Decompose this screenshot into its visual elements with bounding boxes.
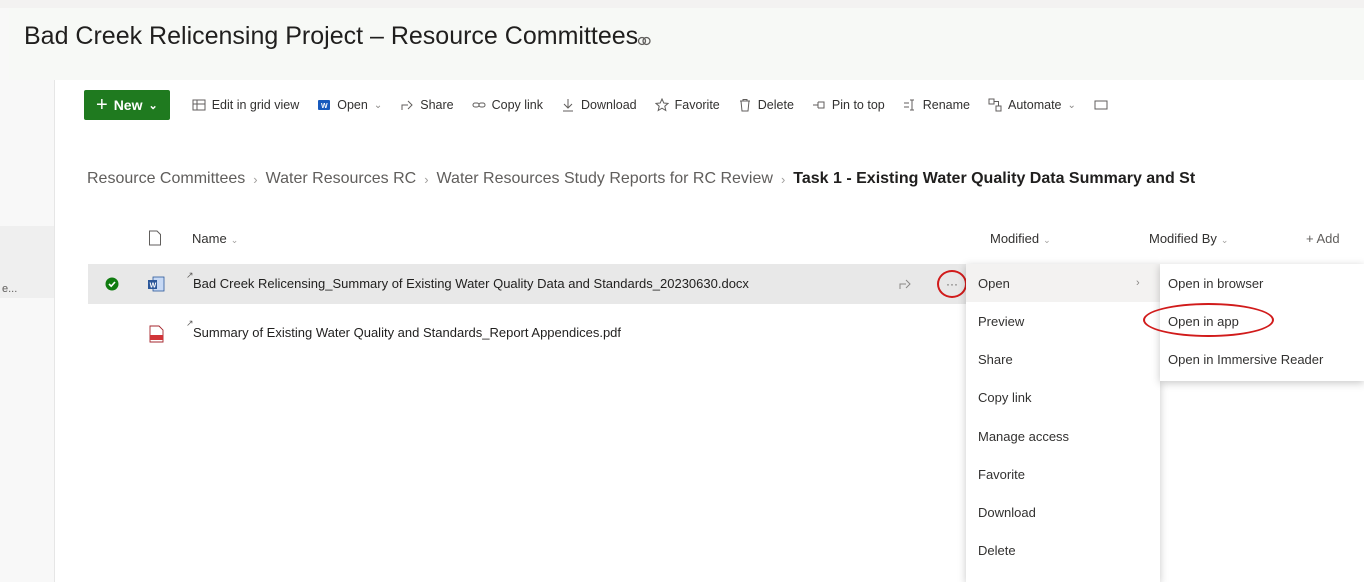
menu-item-open-in-browser[interactable]: Open in browser xyxy=(1168,276,1263,291)
link-icon xyxy=(472,102,486,108)
share-icon xyxy=(401,100,413,110)
grid-icon xyxy=(192,99,206,111)
favorite-button[interactable]: Favorite xyxy=(654,98,720,112)
automate-label: Automate xyxy=(1007,98,1062,112)
column-modified-by-label: Modified By xyxy=(1149,231,1217,246)
chevron-down-icon: ⌄ xyxy=(373,99,383,111)
column-header-modified-by[interactable]: Modified By ⌄ xyxy=(1149,231,1228,246)
more-actions-button[interactable]: ··· xyxy=(937,270,967,298)
site-title[interactable]: Bad Creek Relicensing Project – Resource… xyxy=(24,22,638,51)
menu-item-open-in-immersive-reader[interactable]: Open in Immersive Reader xyxy=(1168,352,1323,367)
star-icon xyxy=(654,98,669,112)
menu-item-copy-link[interactable]: Copy link xyxy=(978,390,1031,405)
column-header-name[interactable]: Name ⌄ xyxy=(192,231,238,246)
chevron-down-icon: ⌄ xyxy=(230,235,239,245)
chevron-right-icon: › xyxy=(1136,277,1140,289)
menu-item-download[interactable]: Download xyxy=(978,505,1036,520)
rename-button[interactable]: Rename xyxy=(903,98,970,112)
chevron-down-icon: ⌄ xyxy=(1067,99,1076,111)
download-icon xyxy=(563,99,574,112)
edit-grid-view-label: Edit in grid view xyxy=(211,98,300,112)
svg-text:W: W xyxy=(321,103,328,110)
command-bar: + New ⌄ Edit in grid view W Open ⌄ Share… xyxy=(84,88,1126,122)
copy-link-button[interactable]: Copy link xyxy=(472,98,543,112)
context-menu: Open › Preview Share Copy link Manage ac… xyxy=(966,264,1160,582)
chevron-down-icon: ⌄ xyxy=(1220,235,1229,245)
plus-icon: + xyxy=(96,94,108,116)
overflow-icon xyxy=(1094,100,1108,110)
download-label: Download xyxy=(581,98,637,112)
file-type-icon[interactable] xyxy=(148,230,162,246)
rail-truncated-label: e... xyxy=(2,283,18,295)
highlight-circle-annotation xyxy=(1143,303,1274,337)
column-name-label: Name xyxy=(192,231,227,246)
favorite-label: Favorite xyxy=(674,98,720,112)
delete-button[interactable]: Delete xyxy=(738,98,794,112)
menu-item-open[interactable]: Open xyxy=(978,276,1010,291)
open-label: Open xyxy=(337,98,368,112)
breadcrumb-item[interactable]: Resource Committees xyxy=(87,170,245,188)
new-button[interactable]: + New ⌄ xyxy=(84,90,170,120)
column-modified-label: Modified xyxy=(990,231,1040,246)
automate-button[interactable]: Automate ⌄ xyxy=(988,98,1076,112)
chevron-right-icon: › xyxy=(780,171,786,187)
share-icon[interactable] xyxy=(898,277,912,291)
menu-item-delete[interactable]: Delete xyxy=(978,543,1016,558)
breadcrumb-item[interactable]: Water Resources Study Reports for RC Rev… xyxy=(437,170,773,188)
word-file-icon: W xyxy=(148,276,165,292)
file-name-link[interactable]: Bad Creek Relicensing_Summary of Existin… xyxy=(193,276,749,291)
delete-label: Delete xyxy=(757,98,794,112)
chevron-down-icon: ⌄ xyxy=(148,99,158,112)
add-column-button[interactable]: + Add xyxy=(1306,231,1340,246)
column-header-modified[interactable]: Modified ⌄ xyxy=(990,231,1051,246)
chevron-right-icon: › xyxy=(253,171,258,187)
pin-icon xyxy=(812,101,825,109)
edit-grid-view-button[interactable]: Edit in grid view xyxy=(192,98,300,112)
breadcrumb: Resource Committees › Water Resources RC… xyxy=(87,170,1195,188)
rename-label: Rename xyxy=(922,98,970,112)
breadcrumb-current: Task 1 - Existing Water Quality Data Sum… xyxy=(793,170,1196,187)
copy-link-label: Copy link xyxy=(491,98,544,112)
trash-icon xyxy=(739,99,750,112)
svg-text:W: W xyxy=(150,282,157,289)
pdf-file-icon xyxy=(149,325,164,343)
checkmark-circle-icon[interactable] xyxy=(105,277,119,291)
share-button[interactable]: Share xyxy=(400,98,454,112)
site-settings-icon[interactable] xyxy=(637,34,651,48)
new-button-label: New xyxy=(113,97,143,113)
word-app-icon: W xyxy=(318,100,331,110)
pin-to-top-button[interactable]: Pin to top xyxy=(812,98,885,112)
breadcrumb-item[interactable]: Water Resources RC xyxy=(266,170,417,188)
pin-to-top-label: Pin to top xyxy=(831,98,885,112)
share-label: Share xyxy=(420,98,454,112)
menu-item-manage-access[interactable]: Manage access xyxy=(978,429,1069,444)
open-button[interactable]: W Open ⌄ xyxy=(317,98,382,112)
menu-item-preview[interactable]: Preview xyxy=(978,314,1024,329)
chevron-down-icon: ⌄ xyxy=(1043,235,1051,245)
chevron-right-icon: › xyxy=(424,171,429,187)
download-button[interactable]: Download xyxy=(561,98,637,112)
menu-item-share[interactable]: Share xyxy=(978,352,1013,367)
file-name-link[interactable]: Summary of Existing Water Quality and St… xyxy=(193,325,621,340)
more-commands-button[interactable] xyxy=(1094,98,1108,112)
menu-item-favorite[interactable]: Favorite xyxy=(978,467,1025,482)
automate-icon xyxy=(988,98,1002,112)
rename-icon xyxy=(903,99,914,111)
